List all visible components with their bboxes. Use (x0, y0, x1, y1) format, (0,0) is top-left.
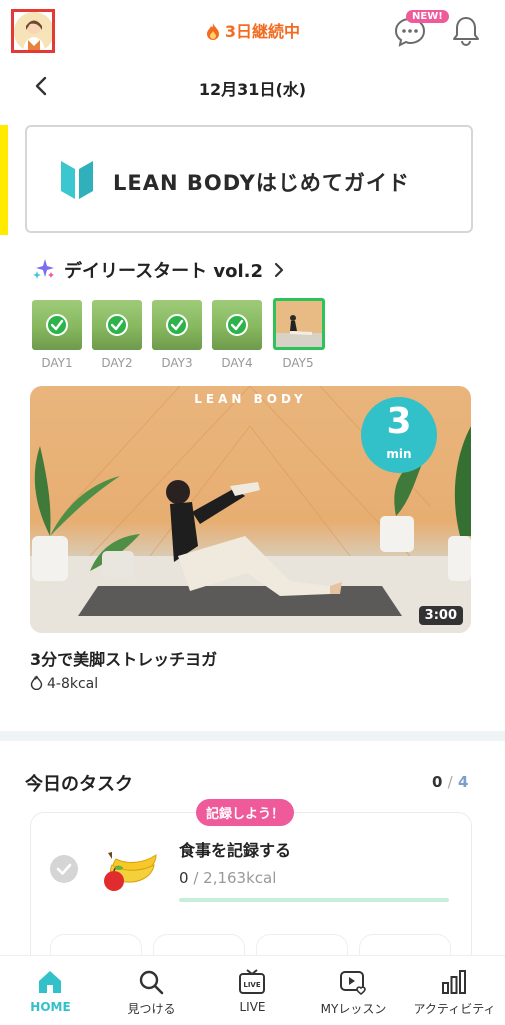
side-tab[interactable] (0, 125, 8, 235)
day-thumbnail-5[interactable] (273, 298, 325, 350)
chevron-right-icon (273, 261, 285, 284)
day-thumbnail-3[interactable] (152, 300, 202, 350)
record-prompt-bubble: 記録しよう！ (196, 799, 295, 826)
nav-live[interactable]: LIVE LIVE (202, 956, 303, 1025)
day-label-2: DAY2 (101, 356, 133, 370)
nav-find-label: 見つける (127, 1002, 176, 1016)
video-title[interactable]: 3分で美脚ストレッチヨガ (30, 646, 217, 670)
nav-live-label: LIVE (239, 1000, 266, 1014)
new-badge: NEW! (406, 10, 449, 23)
task-count-separator: / (447, 773, 453, 791)
checkmark-icon (46, 314, 68, 336)
checkmark-icon (106, 314, 128, 336)
daily-start-link[interactable]: デイリースタート vol.2 (32, 257, 285, 286)
date-title: 12月31日(水) (198, 80, 307, 99)
sparkle-icon (32, 257, 56, 286)
meal-kcal-value: 0 (179, 869, 189, 887)
yoga-thumbnail-image (276, 301, 322, 347)
bottom-navigation: HOME 見つける LIVE LIVE MYレッスン アクティビティ (0, 955, 505, 1025)
task-done-count: 0 (432, 773, 443, 791)
checkmark-icon (56, 863, 72, 875)
search-icon (139, 970, 164, 995)
meal-task-name: 食事を記録する (179, 841, 292, 860)
banana-apple-icon (98, 845, 160, 893)
nav-activity-label: アクティビティ (413, 1002, 496, 1016)
kcal-text: 4-8kcal (47, 676, 99, 692)
day-thumbnail-1[interactable] (32, 300, 82, 350)
svg-text:LIVE: LIVE (243, 981, 260, 989)
day-label-3: DAY3 (161, 356, 193, 370)
meal-progress-bar (179, 898, 449, 902)
task-count: 0 / 4 (432, 773, 468, 791)
video-kcal: 4-8kcal (30, 675, 98, 694)
checkmark-icon (226, 314, 248, 336)
live-tv-icon: LIVE (239, 969, 265, 994)
video-thumbnail[interactable]: LEAN BODY 3 min 3:00 (30, 386, 471, 633)
day-thumbnail-4[interactable] (212, 300, 262, 350)
tasks-title: 今日のタスク (25, 774, 133, 795)
guide-banner[interactable]: LEAN BODYはじめてガイド (25, 125, 473, 233)
section-divider (0, 731, 505, 741)
meal-task-progress: 0 / 2,163kcal (179, 869, 276, 887)
flame-outline-icon (30, 675, 43, 694)
daily-start-title: デイリースタート vol.2 (64, 261, 263, 282)
day-label-1: DAY1 (41, 356, 73, 370)
notification-button[interactable] (451, 14, 481, 46)
home-icon (39, 971, 61, 993)
my-lesson-icon (340, 971, 366, 996)
duration-badge: 3 min (361, 397, 437, 473)
nav-home[interactable]: HOME (0, 956, 101, 1025)
guide-label: LEAN BODYはじめてガイド (113, 171, 410, 195)
duration-number: 3 (386, 401, 412, 442)
day-label-4: DAY4 (221, 356, 253, 370)
bell-icon (453, 17, 479, 46)
streak-text: 3日継続中 (224, 22, 301, 41)
nav-my-lesson[interactable]: MYレッスン (303, 956, 404, 1025)
nav-my-lesson-label: MYレッスン (320, 1002, 387, 1016)
task-total-count: 4 (457, 773, 469, 791)
nav-activity[interactable]: アクティビティ (404, 956, 505, 1025)
task-check-button[interactable] (50, 855, 78, 883)
meal-kcal-target: / 2,163kcal (193, 869, 277, 887)
checkmark-icon (166, 314, 188, 336)
day-label-5: DAY5 (282, 356, 314, 370)
flame-icon (205, 22, 221, 44)
beginner-mark-icon (61, 161, 93, 199)
nav-home-label: HOME (30, 1000, 71, 1014)
day-thumbnail-2[interactable] (92, 300, 142, 350)
activity-chart-icon (442, 970, 466, 994)
nav-find[interactable]: 見つける (101, 956, 202, 1025)
duration-unit: min (386, 447, 412, 461)
video-time: 3:00 (418, 606, 463, 625)
